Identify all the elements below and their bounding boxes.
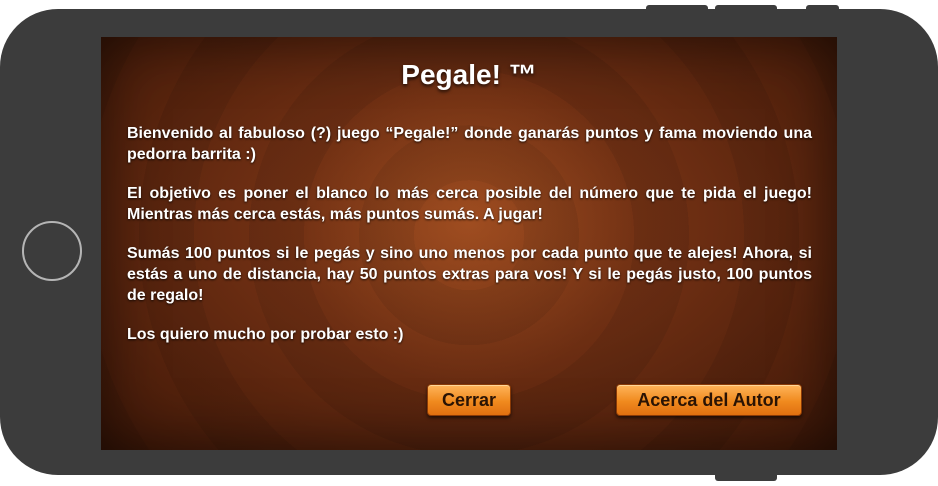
scoring-paragraph: Sumás 100 puntos si le pegás y sino uno … bbox=[127, 245, 812, 304]
game-screen: Pegale! ™ Bienvenido al fabuloso (?) jue… bbox=[101, 37, 837, 450]
objective-paragraph: El objetivo es poner el blanco lo más ce… bbox=[127, 185, 812, 223]
close-button[interactable]: Cerrar bbox=[427, 384, 511, 416]
about-author-button[interactable]: Acerca del Autor bbox=[616, 384, 802, 416]
thanks-paragraph: Los quiero mucho por probar esto :) bbox=[127, 326, 404, 343]
welcome-paragraph: Bienvenido al fabuloso (?) juego “Pegale… bbox=[127, 125, 812, 163]
home-button bbox=[22, 221, 82, 281]
dialog-title: Pegale! ™ bbox=[401, 59, 537, 90]
dialog-body: Bienvenido al fabuloso (?) juego “Pegale… bbox=[127, 123, 812, 363]
